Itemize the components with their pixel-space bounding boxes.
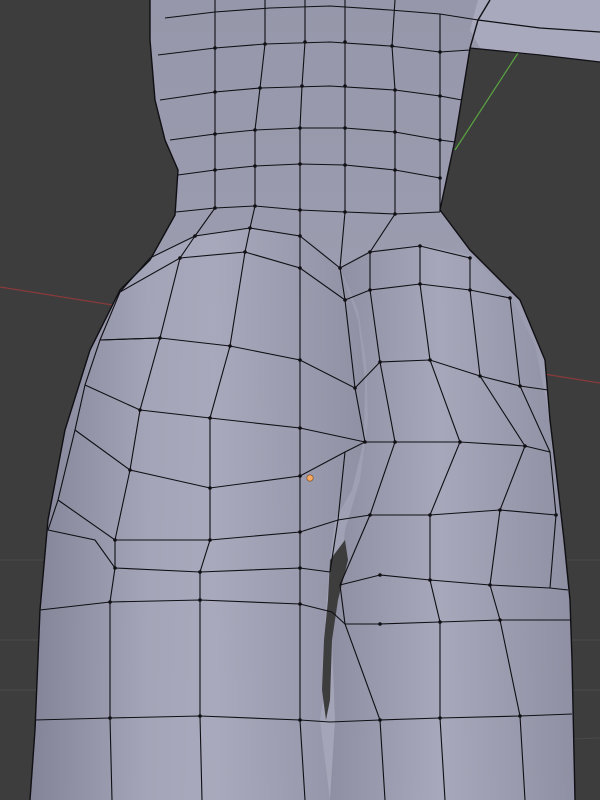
- viewport-canvas[interactable]: [0, 0, 600, 800]
- mesh-left-glute[interactable]: [30, 228, 365, 800]
- mesh-body[interactable]: [30, 0, 600, 800]
- selected-vertex[interactable]: [306, 474, 314, 482]
- 3d-viewport[interactable]: [0, 0, 600, 800]
